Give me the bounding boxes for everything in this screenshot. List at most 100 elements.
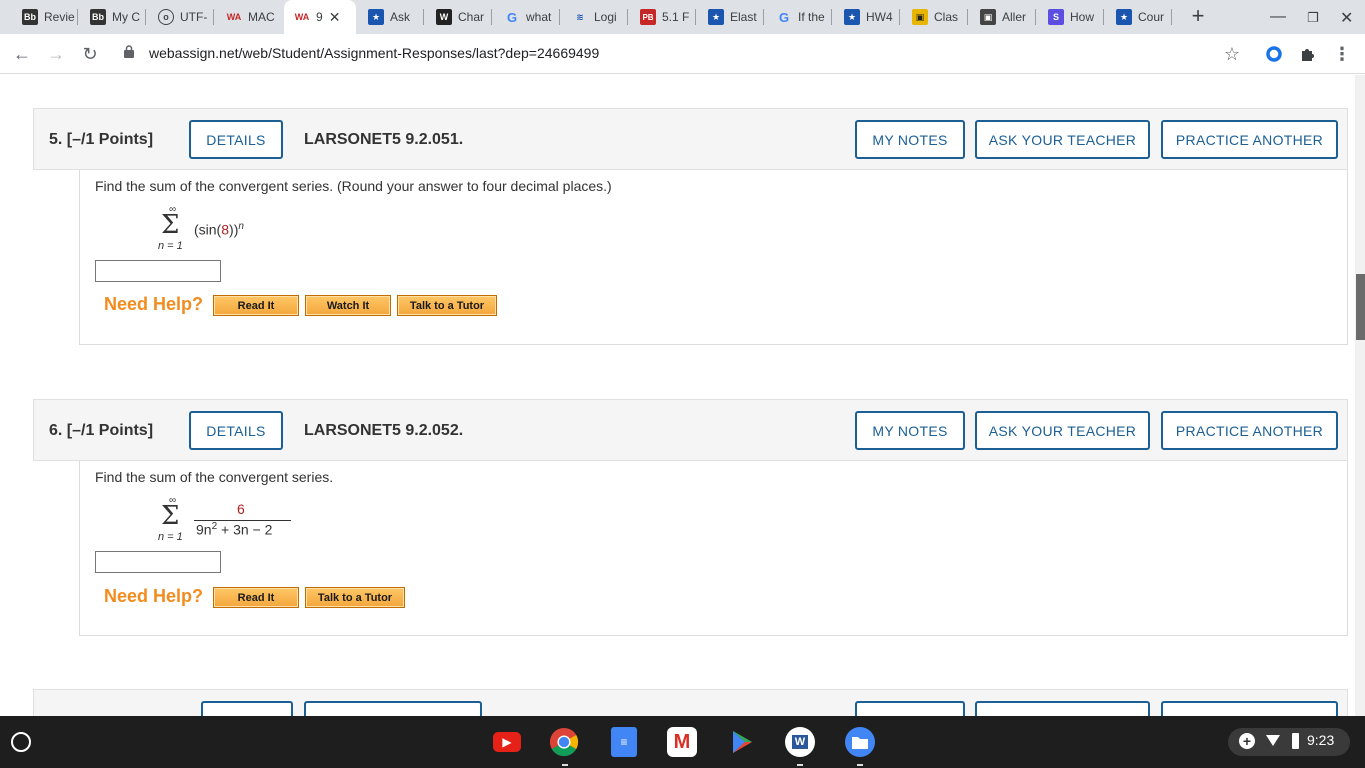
google-icon: G [778,9,790,25]
files-icon[interactable] [845,727,875,757]
read-it-button[interactable]: Read It [213,587,299,608]
puzzle-extensions-icon[interactable] [1296,42,1320,66]
webassign-icon: WA [294,12,310,22]
os-taskbar: ▶ ≡ M W + 9:23 [0,716,1365,768]
talk-to-tutor-button[interactable]: Talk to a Tutor [397,295,497,316]
page-content: 5. [–/1 Points] DETAILS LARSONET5 9.2.05… [0,75,1355,716]
tab-2[interactable]: o UTF- [148,0,214,34]
tab-7[interactable]: G what [494,0,560,34]
ask-teacher-button[interactable] [975,701,1150,716]
practice-another-button[interactable] [1161,701,1338,716]
tab-label: Elast [730,10,757,24]
word-icon[interactable]: W [785,727,815,757]
my-notes-button[interactable] [855,701,965,716]
sum-lower-limit: n = 1 [158,531,183,543]
tab-11[interactable]: G If the [766,0,832,34]
gmail-icon[interactable]: M [667,727,697,757]
question-code: LARSONET5 9.2.052. [304,422,464,439]
star-icon: ★ [708,9,724,25]
wifi-icon [1266,735,1280,746]
sigma-symbol: Σ [161,210,180,240]
star-icon: ★ [1116,9,1132,25]
sigma-symbol: Σ [161,501,180,531]
tab-label: 9 [316,10,323,24]
page-scrollbar[interactable] [1355,75,1365,716]
star-icon: ★ [368,9,384,25]
close-tab-icon[interactable]: ✕ [329,9,341,26]
google-icon: G [506,9,518,25]
tab-4-active[interactable]: WA 9 ✕ [284,0,356,34]
tab-14[interactable]: ▣ Aller [970,0,1036,34]
tab-12[interactable]: ★ HW4 [834,0,900,34]
webassign-icon: WA [226,12,242,22]
series-term: (sin(8))n [194,221,244,238]
blackboard-icon: Bb [90,9,106,25]
minimize-icon[interactable]: — [1270,8,1286,26]
answer-input[interactable] [95,551,221,573]
pb-icon: PB [640,9,656,25]
running-indicator [797,764,803,766]
previous-answers-button[interactable] [304,701,482,716]
tab-label: Cour [1138,10,1165,24]
back-icon[interactable]: ← [10,42,34,66]
tab-5[interactable]: ★ Ask [358,0,424,34]
tab-label: Aller [1002,10,1027,24]
tab-8[interactable]: ≋ Logi [562,0,628,34]
tab-3[interactable]: WA MAC [216,0,282,34]
question-5-body: Find the sum of the convergent series. (… [79,170,1348,345]
answer-input[interactable] [95,260,221,282]
tab-1[interactable]: Bb My C [80,0,146,34]
battery-icon [1292,733,1299,749]
tab-label: UTF- [180,10,208,24]
tab-10[interactable]: ★ Elast [698,0,764,34]
my-notes-button[interactable]: MY NOTES [855,411,965,450]
practice-another-button[interactable]: PRACTICE ANOTHER [1161,411,1338,450]
question-prompt: Find the sum of the convergent series. [95,469,334,485]
classroom-icon: ▣ [912,9,928,25]
tab-16[interactable]: ★ Cour [1106,0,1172,34]
tab-label: If the [798,10,825,24]
tab-label: My C [112,10,140,24]
read-it-button[interactable]: Read It [213,295,299,316]
question-6-header: 6. [–/1 Points] DETAILS LARSONET5 9.2.05… [33,399,1348,461]
details-button[interactable] [201,701,293,716]
tab-6[interactable]: W Char [426,0,492,34]
play-store-icon[interactable] [727,727,757,757]
running-indicator [562,764,568,766]
tab-label: Revie [44,10,75,24]
ask-teacher-button[interactable]: ASK YOUR TEACHER [975,411,1150,450]
youtube-icon[interactable]: ▶ [493,732,521,752]
launcher-icon[interactable] [11,732,31,752]
docs-icon[interactable]: ≡ [611,727,637,757]
tab-13[interactable]: ▣ Clas [902,0,968,34]
circle-icon: o [158,9,174,25]
need-help-label: Need Help? [104,294,204,314]
address-bar[interactable]: webassign.net/web/Student/Assignment-Res… [149,45,599,61]
add-circle-icon: + [1239,733,1255,749]
restore-icon[interactable]: ❐ [1307,10,1319,26]
watch-it-button[interactable]: Watch It [305,295,391,316]
bookmark-star-icon[interactable]: ☆ [1220,42,1244,66]
fraction-denominator: 9n2 + 3n − 2 [196,521,273,538]
question-6-body: Find the sum of the convergent series. ∞… [79,461,1348,636]
details-button[interactable]: DETAILS [189,120,283,159]
tab-0[interactable]: Bb Revie [12,0,78,34]
chrome-icon[interactable] [549,727,579,757]
details-button[interactable]: DETAILS [189,411,283,450]
menu-kebab-icon[interactable]: ⋮ [1330,42,1354,66]
extension-circle-icon[interactable] [1262,42,1286,66]
ask-teacher-button[interactable]: ASK YOUR TEACHER [975,120,1150,159]
need-help-label: Need Help? [104,586,204,606]
new-tab-icon[interactable]: + [1186,4,1210,28]
my-notes-button[interactable]: MY NOTES [855,120,965,159]
scrollbar-thumb[interactable] [1356,274,1365,340]
close-window-icon[interactable]: ✕ [1340,8,1353,28]
talk-to-tutor-button[interactable]: Talk to a Tutor [305,587,405,608]
reload-icon[interactable]: ↻ [78,42,102,66]
tab-strip: Bb Revie Bb My C o UTF- WA MAC WA 9 ✕ ★ … [0,0,1365,34]
practice-another-button[interactable]: PRACTICE ANOTHER [1161,120,1338,159]
question-title: 5. [–/1 Points] [49,131,154,148]
tab-9[interactable]: PB 5.1 F [630,0,696,34]
forward-icon[interactable]: → [44,42,68,66]
tab-15[interactable]: S How [1038,0,1104,34]
